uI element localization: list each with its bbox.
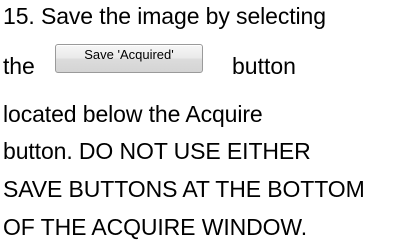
step-15-text-line-4: button. DO NOT USE EITHER	[3, 138, 311, 164]
step-15-text-line-2-suffix: button	[232, 53, 296, 79]
step-15-text-line-5: SAVE BUTTONS AT THE BOTTOM	[3, 176, 365, 202]
step-15-text-line-2-prefix: the	[3, 53, 35, 79]
save-acquired-button[interactable]: Save 'Acquired'	[55, 44, 203, 73]
step-15-text-line-6: OF THE ACQUIRE WINDOW.	[3, 214, 308, 240]
step-15-text-line-3: located below the Acquire	[3, 101, 263, 127]
step-15-text-line-1: 15. Save the image by selecting	[3, 3, 326, 29]
instruction-page: 15. Save the image by selecting the Save…	[0, 0, 399, 248]
